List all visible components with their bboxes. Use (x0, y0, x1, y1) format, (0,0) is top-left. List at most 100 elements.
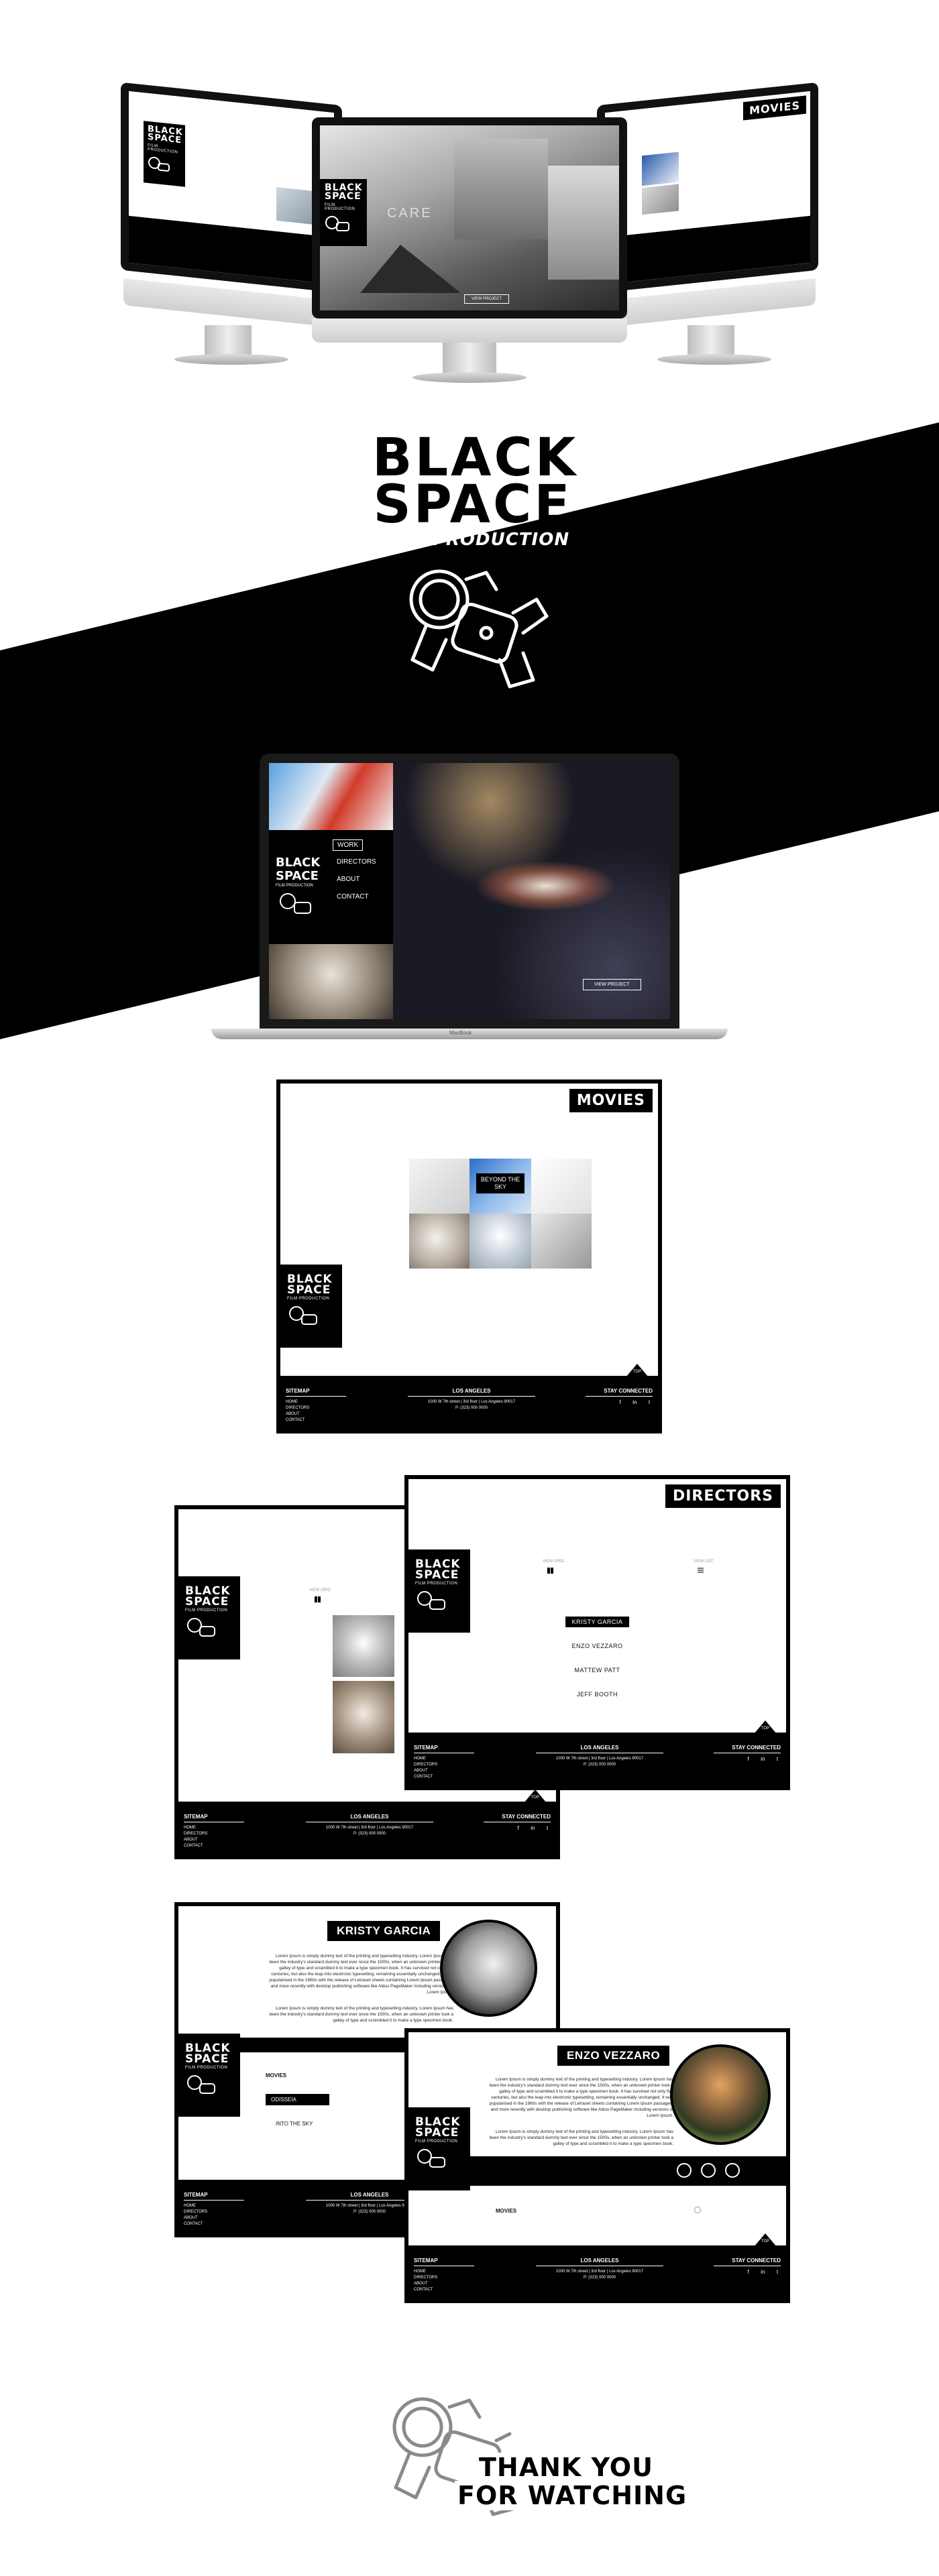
brand-tagline: FILM PRODUCTION (415, 2140, 458, 2144)
instagram-icon[interactable]: in (759, 1756, 766, 1763)
movie-thumb[interactable] (470, 1214, 531, 1269)
view-list-label[interactable]: VIEW LIST (694, 1560, 714, 1564)
director-list-item[interactable]: KRISTY GARCIA (565, 1617, 630, 1627)
menu-item-about[interactable]: ABOUT (333, 874, 364, 884)
footer-link-about[interactable]: ABOUT (286, 1411, 346, 1417)
twitter-icon[interactable]: t (646, 1399, 653, 1406)
astronaut-icon (148, 156, 170, 172)
profile-bio: Lorem Ipsum is simply dummy text of the … (489, 2077, 673, 2118)
laptop-brand-label: MacBook (449, 1030, 472, 1036)
instagram-icon[interactable]: in (759, 2269, 766, 2276)
grid-view-icon[interactable] (547, 1568, 553, 1574)
thumb-image[interactable] (276, 187, 317, 225)
footer-link-contact[interactable]: CONTACT (286, 1417, 346, 1423)
list-view-icon[interactable] (698, 1568, 704, 1574)
twitter-icon[interactable] (701, 2163, 716, 2178)
hero-logo-line2: SPACE (373, 475, 573, 535)
menu-item-work[interactable]: WORK (333, 839, 364, 851)
movie-thumb[interactable] (531, 1159, 592, 1214)
footer-link-directors[interactable]: DIRECTORS (286, 1405, 346, 1411)
thank-you-line1: THANK YOU (476, 2453, 656, 2482)
facebook-icon[interactable]: f (745, 1756, 752, 1763)
closing-section: THANK YOU FOR WATCHING (369, 2387, 691, 2521)
facebook-icon[interactable]: f (617, 1399, 624, 1406)
top-button[interactable]: TOP (754, 2233, 777, 2247)
grid-view-icon[interactable] (315, 1596, 321, 1602)
footer-link-home[interactable]: HOME (414, 2269, 474, 2275)
footer-city: LOS ANGELES (408, 1388, 535, 1397)
footer-stay-connected: STAY CONNECTED (714, 2258, 781, 2266)
brand-logo: BLACK SPACE FILM PRODUCTION (144, 121, 185, 187)
footer-link-home[interactable]: HOME (184, 2203, 244, 2209)
profile-bio: Lorem Ipsum is simply dummy text of the … (269, 2006, 453, 2023)
profile-avatar (440, 1920, 537, 2017)
laptop-photo-bottom (269, 944, 393, 1019)
footer-phone: P: (323) 000 0000 (353, 1832, 386, 1836)
movie-thumb[interactable] (409, 1159, 470, 1214)
footer-link-about[interactable]: ABOUT (184, 1837, 244, 1843)
astronaut-icon (187, 1618, 215, 1637)
movie-thumb-featured[interactable]: BEYOND THE SKY (470, 1159, 531, 1214)
monitors-mockup: BLACK SPACE FILM PRODUCTION MOVIES CARE … (114, 82, 825, 389)
menu-item-contact[interactable]: CONTACT (333, 892, 373, 902)
profile-name: KRISTY GARCIA (327, 1921, 441, 1941)
director-list-item[interactable]: ENZO VEZZARO (565, 1641, 629, 1651)
footer-link-directors[interactable]: DIRECTORS (184, 2209, 244, 2215)
footer-link-home[interactable]: HOME (286, 1399, 346, 1405)
twitter-icon[interactable]: t (544, 1825, 551, 1832)
footer-link-contact[interactable]: CONTACT (414, 2287, 474, 2293)
footer-city: LOS ANGELES (536, 2258, 663, 2266)
footer-link-directors[interactable]: DIRECTORS (414, 2275, 474, 2281)
thumb-image[interactable] (642, 152, 679, 186)
footer-link-home[interactable]: HOME (184, 1825, 244, 1831)
site-footer: SITEMAP HOME DIRECTORS ABOUT CONTACT LOS… (280, 1376, 658, 1429)
brand-logo: BLACK SPACE FILM PRODUCTION (178, 1576, 240, 1659)
footer-link-contact[interactable]: CONTACT (184, 1843, 244, 1849)
top-button[interactable]: TOP (754, 1720, 777, 1734)
view-grid-label[interactable]: VIEW GRID (543, 1560, 564, 1564)
page-title: MOVIES (743, 95, 806, 121)
facebook-icon[interactable]: f (745, 2269, 752, 2276)
astronaut-icon (325, 215, 349, 231)
director-thumb[interactable] (333, 1681, 394, 1753)
movie-link-active[interactable]: ODISSEIA (266, 2094, 329, 2105)
hero-logo: BLACK SPACE FILM PRODUCTION (372, 432, 575, 716)
top-button[interactable]: TOP (626, 1364, 649, 1377)
footer-link-about[interactable]: ABOUT (414, 1768, 474, 1774)
movie-thumb[interactable] (409, 1214, 470, 1269)
instagram-icon[interactable]: in (631, 1399, 638, 1406)
instagram-icon[interactable] (725, 2163, 740, 2178)
view-project-button[interactable]: VIEW PROJECT (583, 979, 641, 990)
instagram-icon[interactable]: in (529, 1825, 536, 1832)
footer-link-directors[interactable]: DIRECTORS (414, 1762, 474, 1768)
menu-item-directors[interactable]: DIRECTORS (333, 857, 380, 867)
site-footer (605, 215, 810, 285)
hero-tagline: FILM PRODUCTION (376, 530, 570, 550)
director-thumb[interactable] (333, 1615, 394, 1677)
footer-link-directors[interactable]: DIRECTORS (184, 1831, 244, 1837)
profile-name: ENZO VEZZARO (557, 2046, 670, 2066)
footer-address: 1000 W 7th street | 3rd floor | Los Ange… (555, 2270, 644, 2274)
footer-link-about[interactable]: ABOUT (184, 2215, 244, 2221)
twitter-icon[interactable]: t (774, 2269, 781, 2276)
brand-line2: SPACE (325, 191, 362, 202)
astronaut-icon (289, 1306, 317, 1326)
footer-link-contact[interactable]: CONTACT (414, 1774, 474, 1780)
facebook-icon[interactable]: f (515, 1825, 522, 1832)
astronaut-icon (409, 569, 549, 689)
director-list-item[interactable]: JEFF BOOTH (570, 1689, 624, 1700)
footer-stay-connected: STAY CONNECTED (586, 1388, 653, 1397)
footer-link-home[interactable]: HOME (414, 1756, 474, 1762)
top-button[interactable]: TOP (524, 1790, 547, 1803)
twitter-icon[interactable]: t (774, 1756, 781, 1763)
profile-bio: Lorem Ipsum is simply dummy text of the … (489, 2129, 673, 2146)
brand-line2: SPACE (185, 2052, 229, 2066)
facebook-icon[interactable] (677, 2163, 692, 2178)
director-list-item[interactable]: MATTEW PATT (568, 1665, 627, 1676)
movie-thumb[interactable] (531, 1214, 592, 1269)
footer-link-about[interactable]: ABOUT (414, 2281, 474, 2287)
thumb-image[interactable] (642, 184, 679, 215)
view-project-button[interactable]: VIEW PROJECT (464, 294, 510, 304)
footer-link-contact[interactable]: CONTACT (184, 2221, 244, 2227)
movie-link[interactable]: INTO THE SKY (276, 2121, 313, 2127)
